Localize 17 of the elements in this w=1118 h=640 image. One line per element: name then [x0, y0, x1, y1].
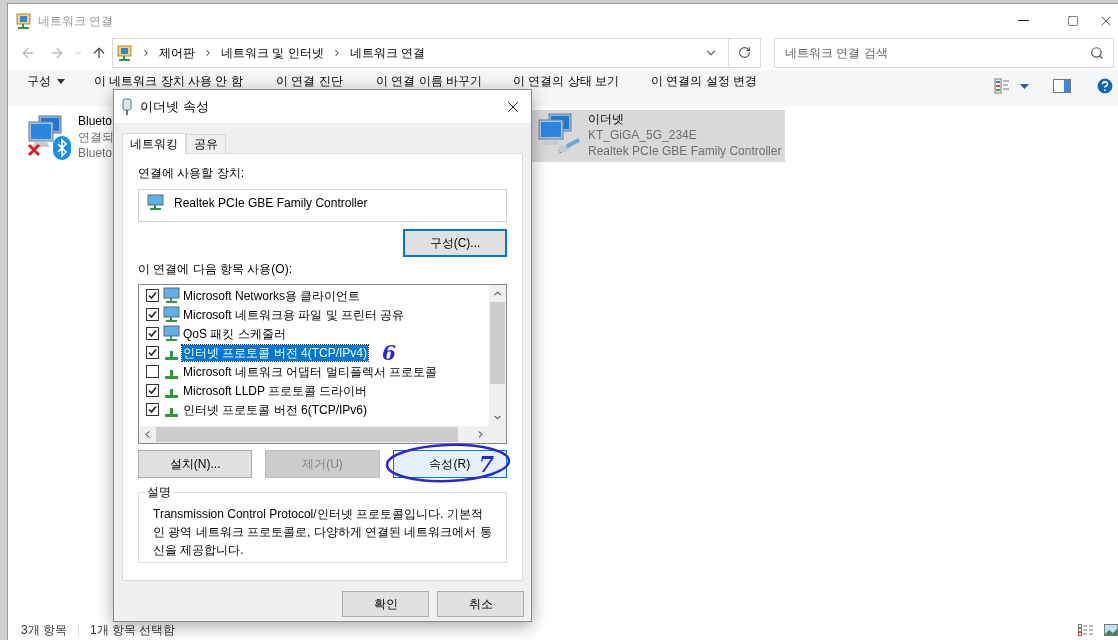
connection-device: Realtek PCIe GBE Family Controller	[588, 143, 782, 159]
handwritten-number: 6	[382, 344, 396, 361]
items-label: 이 연결에 다음 항목 사용(O):	[138, 261, 293, 277]
device-name: Realtek PCIe GBE Family Controller	[174, 195, 368, 212]
connection-device: Blueto	[78, 145, 114, 161]
connection-name: Blueto	[78, 113, 114, 129]
connection-status: 연결되	[78, 129, 114, 145]
device-label: 연결에 사용할 장치:	[138, 165, 245, 181]
description-text: Transmission Control Protocol/인터넷 프로토콜입니다. 기본적인 광역 네트워크 프로토콜로, 다양하게 연결된 네트워크에서 통신을 제공합니다.	[152, 506, 493, 559]
handwritten-number: 7	[478, 452, 494, 476]
group-title: 설명	[145, 484, 173, 500]
connection-name: 이더넷	[588, 111, 625, 127]
item-count: 3개 항목	[21, 622, 67, 639]
selection-count: 1개 항목 선택함	[90, 622, 176, 639]
window-title: 네트워크 연결	[38, 12, 114, 30]
connection-status: KT_GiGA_5G_234E	[588, 127, 698, 143]
dialog-title: 이더넷 속성	[140, 97, 209, 116]
